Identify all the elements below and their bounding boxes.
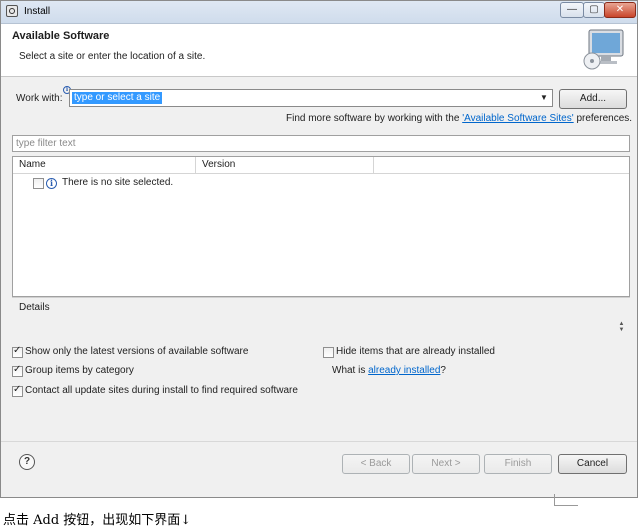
maximize-button[interactable]: ▢ [583, 2, 605, 18]
chevron-down-icon[interactable]: ▼ [538, 91, 550, 105]
what-is-suffix: ? [440, 365, 446, 376]
finish-button[interactable]: Finish [484, 454, 552, 474]
minimize-button[interactable]: — [560, 2, 584, 18]
cancel-button[interactable]: Cancel [558, 454, 627, 474]
next-button[interactable]: Next > [412, 454, 480, 474]
install-monitor-icon [583, 29, 624, 70]
row-name: There is no site selected. [62, 177, 174, 188]
show-latest-label: Show only the latest versions of availab… [25, 346, 249, 357]
hide-installed-label: Hide items that are already installed [336, 346, 495, 357]
title-bar[interactable]: Install — ▢ ✕ [1, 1, 637, 24]
already-installed-link[interactable]: already installed [368, 365, 440, 376]
find-more-prefix: Find more software by working with the [286, 113, 463, 124]
contact-sites-label: Contact all update sites during install … [25, 385, 298, 396]
filter-field[interactable] [12, 135, 630, 152]
page-subtitle: Select a site or enter the location of a… [19, 51, 206, 62]
column-name[interactable]: Name [13, 157, 196, 173]
back-button[interactable]: < Back [342, 454, 410, 474]
what-is-prefix: What is [332, 365, 369, 376]
work-with-label: Work with: [16, 93, 63, 104]
info-icon: i [46, 178, 57, 189]
what-is-installed-text: What is already installed? [332, 365, 446, 376]
table-header: Name Version [13, 157, 629, 174]
window-title: Install [24, 6, 51, 17]
details-section: Details [12, 297, 630, 338]
group-by-category-checkbox[interactable] [12, 364, 23, 377]
filter-input[interactable] [16, 136, 629, 151]
find-more-text: Find more software by working with the '… [286, 113, 632, 124]
document-caption: 点击 Add 按钮，出现如下界面↓ [3, 513, 192, 528]
eclipse-icon [6, 5, 18, 17]
corner-mark [554, 494, 578, 506]
details-label: Details [19, 302, 50, 313]
footer-separator [1, 441, 637, 442]
available-sites-link[interactable]: 'Available Software Sites' [462, 113, 573, 124]
page-title: Available Software [12, 30, 110, 42]
close-button[interactable]: ✕ [604, 2, 636, 18]
group-by-category-label: Group items by category [25, 365, 134, 376]
wizard-header: Available Software Select a site or ente… [1, 24, 637, 77]
hide-installed-checkbox[interactable] [323, 347, 334, 358]
work-with-value[interactable]: type or select a site [72, 92, 163, 104]
work-with-combo[interactable]: type or select a site ▼ [69, 89, 553, 107]
find-more-suffix: preferences. [573, 113, 633, 124]
show-latest-checkbox[interactable] [12, 345, 23, 358]
column-version[interactable]: Version [196, 157, 374, 173]
contact-sites-checkbox[interactable] [12, 384, 23, 397]
help-icon[interactable]: ? [19, 454, 35, 470]
software-table[interactable]: Name Version i There is no site selected… [12, 156, 630, 297]
install-dialog: Install — ▢ ✕ Available Software Select … [0, 0, 638, 498]
details-scroll-arrows[interactable]: ▲ ▼ [617, 321, 626, 335]
add-button[interactable]: Add... [559, 89, 627, 109]
row-checkbox[interactable] [33, 178, 44, 189]
